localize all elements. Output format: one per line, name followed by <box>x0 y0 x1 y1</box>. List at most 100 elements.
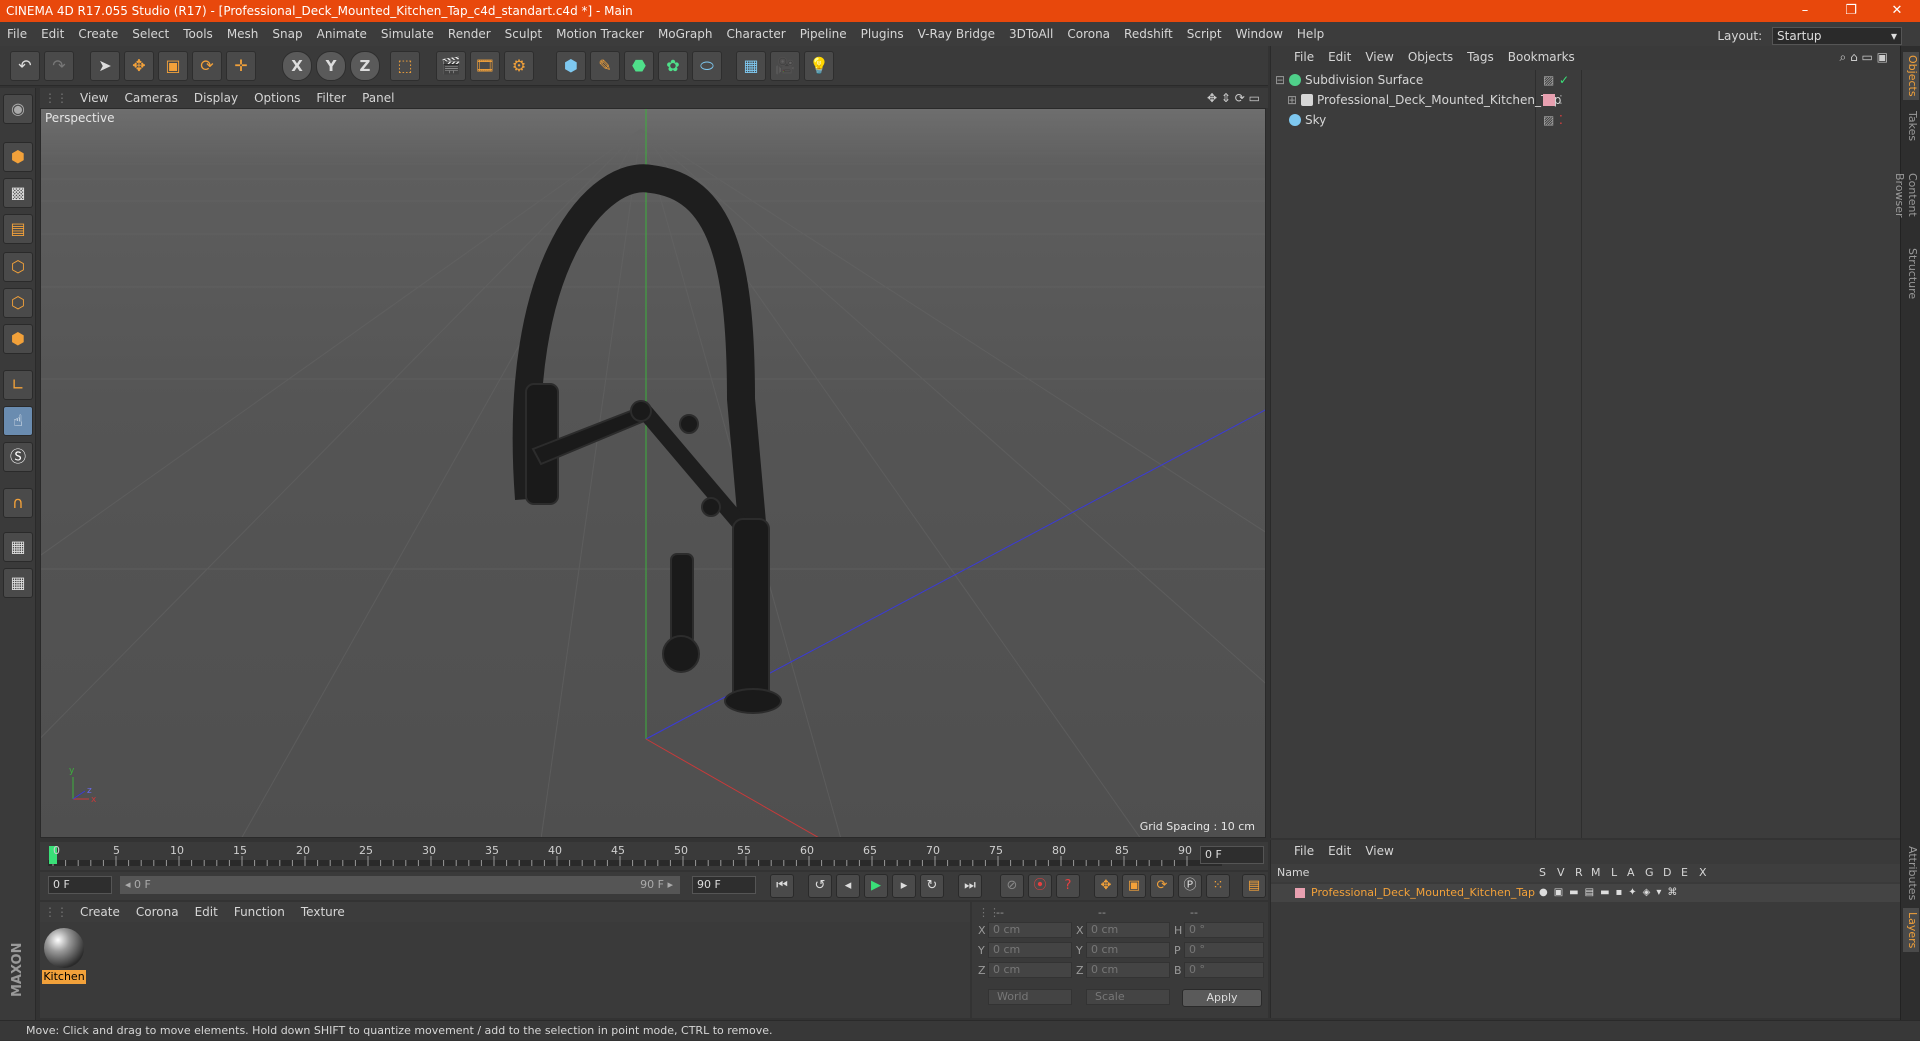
menu-file[interactable]: File <box>0 22 34 46</box>
viewport-menu-panel[interactable]: Panel <box>354 88 402 108</box>
object-row[interactable]: ⊞ Professional_Deck_Mounted_Kitchen_Tap … <box>1271 90 1901 110</box>
object-menu-edit[interactable]: Edit <box>1321 46 1358 68</box>
apply-button[interactable]: Apply <box>1182 989 1262 1007</box>
cube-object-button[interactable]: ⬢ <box>556 51 586 81</box>
menu-pipeline[interactable]: Pipeline <box>793 22 854 46</box>
model-mode-icon[interactable]: ⬢ <box>3 142 33 172</box>
tab-objects[interactable]: Objects <box>1903 52 1919 100</box>
visibility-dots-icon[interactable]: ⁚ <box>1559 90 1571 107</box>
enabled-check-icon[interactable]: ✓ <box>1559 70 1571 87</box>
move-tool-button[interactable]: ✥ <box>124 51 154 81</box>
menu-vray-bridge[interactable]: V-Ray Bridge <box>911 22 1002 46</box>
y-axis-button[interactable]: Y <box>316 51 346 81</box>
material-preview[interactable] <box>44 928 84 968</box>
coordinate-system-button[interactable]: ⬚ <box>390 51 420 81</box>
tweak-mode-icon[interactable]: ☝ <box>3 406 33 436</box>
make-editable-icon[interactable]: ◉ <box>3 94 33 124</box>
workplane-icon[interactable]: ▤ <box>3 214 33 244</box>
record-keys-icon[interactable]: ⊘ <box>1000 874 1024 898</box>
menu-3dtoall[interactable]: 3DToAll <box>1002 22 1060 46</box>
menu-corona[interactable]: Corona <box>1060 22 1117 46</box>
polygons-mode-icon[interactable]: ⬢ <box>3 324 33 354</box>
menu-mograph[interactable]: MoGraph <box>651 22 720 46</box>
object-menu-objects[interactable]: Objects <box>1401 46 1460 68</box>
current-frame-field[interactable]: 0 F <box>1200 846 1264 864</box>
spline-pen-button[interactable]: ✎ <box>590 51 620 81</box>
menu-tools[interactable]: Tools <box>176 22 220 46</box>
menu-window[interactable]: Window <box>1229 22 1290 46</box>
preview-range-slider[interactable]: ◂ 0 F 90 F ▸ <box>120 876 680 894</box>
scale-tool-button[interactable]: ▣ <box>158 51 188 81</box>
start-frame-field[interactable]: 0 F <box>48 876 112 894</box>
menu-select[interactable]: Select <box>125 22 176 46</box>
layer-menu-edit[interactable]: Edit <box>1321 840 1358 862</box>
viewport-menu-cameras[interactable]: Cameras <box>116 88 185 108</box>
tab-takes[interactable]: Takes <box>1903 106 1919 146</box>
prev-frame-icon[interactable]: ◂ <box>836 874 860 898</box>
light-button[interactable]: 💡 <box>804 51 834 81</box>
menu-redshift[interactable]: Redshift <box>1117 22 1180 46</box>
deformer-button[interactable]: ⬭ <box>692 51 722 81</box>
coord-mode-scale-select[interactable]: Scale <box>1086 989 1170 1005</box>
rotate-tool-button[interactable]: ⟳ <box>192 51 222 81</box>
select-tool-button[interactable]: ➤ <box>90 51 120 81</box>
minimize-button[interactable]: – <box>1782 0 1828 22</box>
goto-start-icon[interactable]: ⏮ <box>770 874 794 898</box>
subdivision-surface-button[interactable]: ⬣ <box>624 51 654 81</box>
layer-row[interactable]: Professional_Deck_Mounted_Kitchen_Tap ●▣… <box>1271 884 1901 902</box>
solo-mode-icon[interactable]: Ⓢ <box>3 442 33 472</box>
viewport-menu-options[interactable]: Options <box>246 88 308 108</box>
size-x-field[interactable]: 0 cm <box>1086 922 1170 938</box>
material-menu-function[interactable]: Function <box>226 902 293 922</box>
next-frame-icon[interactable]: ▸ <box>892 874 916 898</box>
layer-flags-icons[interactable]: ●▣▬▤▬▪✦◈▾⌘ <box>1539 884 1683 902</box>
material-name[interactable]: Kitchen <box>42 970 86 984</box>
object-menu-bookmarks[interactable]: Bookmarks <box>1501 46 1582 68</box>
close-button[interactable]: ✕ <box>1874 0 1920 22</box>
size-z-field[interactable]: 0 cm <box>1086 962 1170 978</box>
material-menu-edit[interactable]: Edit <box>187 902 226 922</box>
texture-mode-icon[interactable]: ▩ <box>3 178 33 208</box>
menu-create[interactable]: Create <box>71 22 125 46</box>
magnet-icon[interactable]: ∩ <box>3 488 33 518</box>
timeline-ruler[interactable]: 0 5 10 15 20 25 30 35 40 45 50 55 60 65 … <box>40 842 1268 870</box>
object-menu-tags[interactable]: Tags <box>1460 46 1501 68</box>
object-row[interactable]: Sky ▨ ⁚ <box>1271 110 1901 130</box>
menu-plugins[interactable]: Plugins <box>854 22 911 46</box>
viewport-menu-filter[interactable]: Filter <box>308 88 354 108</box>
play-icon[interactable]: ▶ <box>864 874 888 898</box>
layout-select[interactable]: Startup ▾ <box>1772 27 1902 45</box>
visibility-dots-icon[interactable]: ⁚ <box>1559 110 1571 127</box>
position-z-field[interactable]: 0 cm <box>988 962 1072 978</box>
tab-content-browser[interactable]: Content Browser <box>1893 150 1919 240</box>
object-menu-view[interactable]: View <box>1358 46 1400 68</box>
snap-grid-icon[interactable]: ▦ <box>3 532 33 562</box>
tree-expand-icon[interactable]: ⊞ <box>1287 90 1297 110</box>
material-menu-create[interactable]: Create <box>72 902 128 922</box>
position-y-field[interactable]: 0 cm <box>988 942 1072 958</box>
menu-animate[interactable]: Animate <box>310 22 374 46</box>
next-key-icon[interactable]: ↻ <box>920 874 944 898</box>
key-position-icon[interactable]: ✥ <box>1094 874 1118 898</box>
menu-simulate[interactable]: Simulate <box>374 22 441 46</box>
material-menu-corona[interactable]: Corona <box>128 902 187 922</box>
coord-mode-world-select[interactable]: World <box>988 989 1072 1005</box>
render-settings-button[interactable]: ⚙ <box>504 51 534 81</box>
rotation-h-field[interactable]: 0 ° <box>1184 922 1264 938</box>
floor-button[interactable]: ▦ <box>736 51 766 81</box>
points-mode-icon[interactable]: ⬡ <box>3 252 33 282</box>
menu-snap[interactable]: Snap <box>265 22 309 46</box>
axis-mode-icon[interactable]: ∟ <box>3 370 33 400</box>
camera-button[interactable]: 🎥 <box>770 51 800 81</box>
key-pla-icon[interactable]: ⁙ <box>1206 874 1230 898</box>
position-x-field[interactable]: 0 cm <box>988 922 1072 938</box>
undo-button[interactable]: ↶ <box>10 51 40 81</box>
layer-menu-file[interactable]: File <box>1287 840 1321 862</box>
edit-state-icon[interactable]: ▨ <box>1543 70 1555 87</box>
viewport-menu-display[interactable]: Display <box>186 88 246 108</box>
viewport-nav-icons[interactable]: ✥ ⇕ ⟳ ▭ <box>1207 88 1260 108</box>
tab-structure[interactable]: Structure <box>1903 246 1919 302</box>
menu-help[interactable]: Help <box>1290 22 1331 46</box>
viewport[interactable]: y x z Perspective Grid Spacing : 10 cm <box>40 108 1266 838</box>
layer-color-swatch[interactable] <box>1543 94 1555 106</box>
